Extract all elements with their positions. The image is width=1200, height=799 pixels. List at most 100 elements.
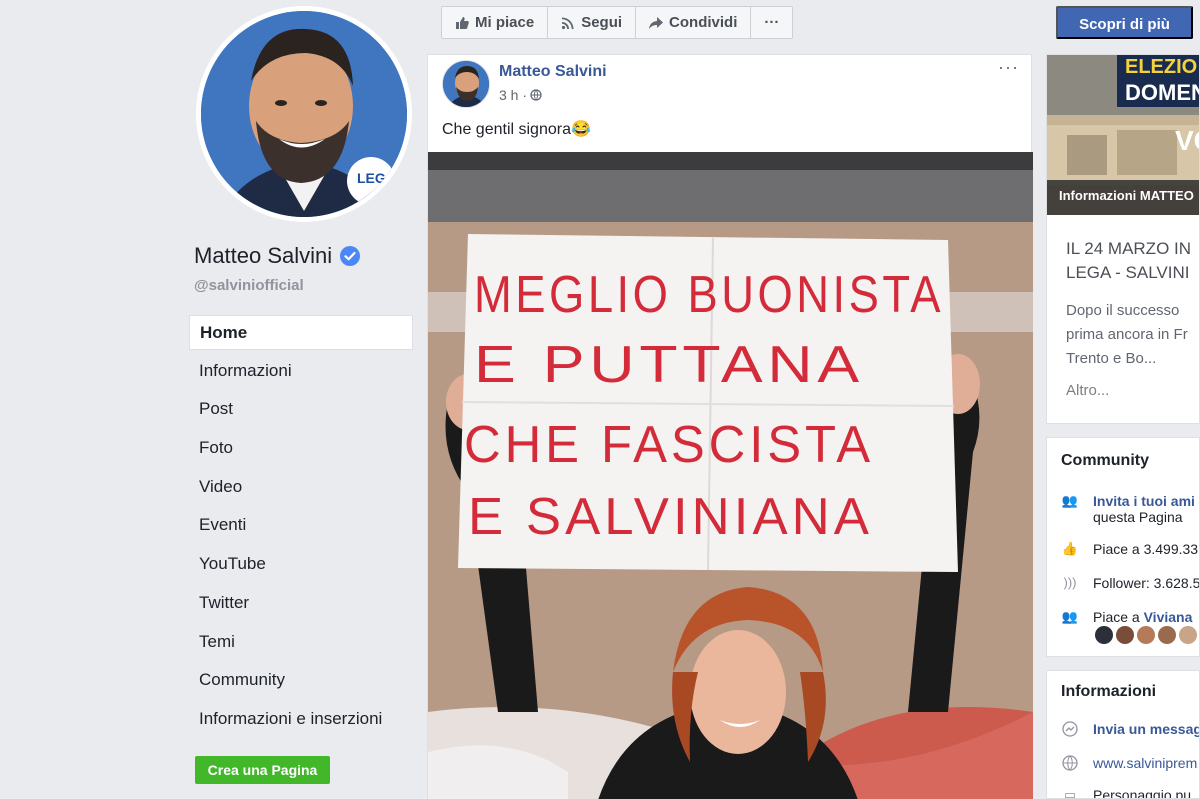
promo-desc-line-3: Trento e Bo... bbox=[1066, 350, 1157, 367]
category-text: Personaggio pu bbox=[1093, 787, 1192, 799]
sign-line-1: MEGLIO BUONISTA bbox=[474, 266, 944, 324]
nav-item-informazioni-inserzioni[interactable]: Informazioni e inserzioni bbox=[189, 702, 413, 741]
post-text-body: Che gentil signora bbox=[442, 121, 571, 138]
follow-label: Segui bbox=[581, 14, 623, 31]
friends-like-row: 👥 Piace a Viviana bbox=[1061, 609, 1192, 625]
profile-photo: LEGA bbox=[201, 11, 407, 217]
svg-text:LEGA: LEGA bbox=[357, 170, 396, 186]
friend-avatar[interactable] bbox=[1095, 626, 1113, 644]
nav-item-foto[interactable]: Foto bbox=[189, 431, 413, 470]
page-name-row: Matteo Salvini bbox=[194, 243, 361, 269]
page-handle[interactable]: @salviniofficial bbox=[194, 277, 304, 294]
profile-picture[interactable]: LEGA bbox=[196, 6, 412, 222]
category-row: ▭ Personaggio pu bbox=[1061, 787, 1192, 799]
invite-friends-row: 👥 Invita i tuoi ami questa Pagina bbox=[1061, 493, 1195, 525]
nav-item-eventi[interactable]: Eventi bbox=[189, 508, 413, 547]
nav-item-video[interactable]: Video bbox=[189, 470, 413, 509]
promo-banner-line-3: VC bbox=[1175, 125, 1200, 156]
share-label: Condividi bbox=[669, 14, 738, 31]
sign-line-3: CHE FASCISTA bbox=[464, 416, 874, 474]
likes-count: Piace a 3.499.33 bbox=[1093, 541, 1199, 557]
friend-avatar[interactable] bbox=[1158, 626, 1176, 644]
follow-button[interactable]: Segui bbox=[548, 7, 637, 38]
friend-avatar[interactable] bbox=[1137, 626, 1155, 644]
promo-card[interactable]: ELEZIO DOMEN VC Informazioni MATTEO IL 2… bbox=[1046, 54, 1200, 424]
friend-avatars bbox=[1095, 626, 1197, 644]
nav-item-home[interactable]: Home bbox=[189, 315, 413, 350]
invite-friends-link[interactable]: Invita i tuoi ami bbox=[1093, 493, 1195, 509]
promo-image-caption: Informazioni MATTEO bbox=[1059, 188, 1194, 203]
send-message-link[interactable]: Invia un messag bbox=[1093, 721, 1199, 740]
nav-item-twitter[interactable]: Twitter bbox=[189, 586, 413, 625]
discover-more-button[interactable]: Scopri di più bbox=[1056, 6, 1193, 39]
friend-name-link[interactable]: Viviana bbox=[1144, 609, 1193, 625]
likes-row: 👍 Piace a 3.499.33 bbox=[1061, 541, 1198, 557]
nav-item-community[interactable]: Community bbox=[189, 663, 413, 702]
laughing-emoji-icon: 😂 bbox=[570, 121, 591, 138]
rss-follow-icon: ))) bbox=[1063, 575, 1077, 590]
verified-badge-icon bbox=[340, 246, 361, 266]
friend-avatar[interactable] bbox=[1116, 626, 1134, 644]
post-author-avatar[interactable] bbox=[442, 60, 490, 108]
action-button-group: Mi piace Segui Condividi ··· bbox=[441, 6, 794, 39]
post-photo-scene: MEGLIO BUONISTA E PUTTANA CHE FASCISTA E… bbox=[428, 152, 1033, 799]
post-author-name[interactable]: Matteo Salvini bbox=[499, 63, 607, 81]
page-title[interactable]: Matteo Salvini bbox=[194, 243, 332, 269]
website-row: www.salviniprem bbox=[1061, 755, 1197, 774]
followers-count: Follower: 3.628.5 bbox=[1093, 575, 1200, 591]
post-photo[interactable]: MEGLIO BUONISTA E PUTTANA CHE FASCISTA E… bbox=[428, 152, 1033, 799]
author-photo bbox=[443, 61, 489, 107]
promo-banner-line-2: DOMEN bbox=[1125, 80, 1200, 105]
promo-description: Dopo il successo prima ancora in Fr Tren… bbox=[1066, 299, 1188, 371]
promo-desc-line-1: Dopo il successo bbox=[1066, 302, 1180, 319]
promo-more-link[interactable]: Altro... bbox=[1066, 382, 1109, 399]
website-link[interactable]: www.salviniprem bbox=[1093, 755, 1197, 774]
rss-follow-icon bbox=[562, 17, 574, 29]
post-options-icon[interactable]: ··· bbox=[998, 57, 1019, 78]
promo-banner: ELEZIO DOMEN VC Informazioni MATTEO bbox=[1047, 55, 1200, 215]
more-dots-icon: ··· bbox=[764, 14, 780, 31]
globe-icon bbox=[1061, 755, 1079, 774]
information-card: Informazioni Invia un messag www.salvini… bbox=[1046, 670, 1200, 799]
promo-title-line-2: LEGA - SALVINI bbox=[1066, 263, 1190, 282]
globe-public-icon bbox=[530, 89, 542, 101]
community-title[interactable]: Community bbox=[1061, 452, 1149, 470]
invite-friends-rest: questa Pagina bbox=[1093, 509, 1183, 525]
post-time-text: 3 h · bbox=[499, 87, 528, 103]
share-button[interactable]: Condividi bbox=[636, 7, 752, 38]
people-icon: 👥 bbox=[1061, 609, 1079, 624]
promo-title[interactable]: IL 24 MARZO IN LEGA - SALVINI bbox=[1066, 237, 1191, 285]
promo-banner-line-1: ELEZIO bbox=[1125, 56, 1197, 78]
promo-title-line-1: IL 24 MARZO IN bbox=[1066, 239, 1192, 258]
promo-image[interactable]: ELEZIO DOMEN VC Informazioni MATTEO bbox=[1047, 55, 1200, 215]
friend-avatar[interactable] bbox=[1179, 626, 1197, 644]
post-timestamp[interactable]: 3 h · bbox=[499, 87, 542, 103]
message-row: Invia un messag bbox=[1061, 721, 1199, 740]
messenger-icon bbox=[1061, 721, 1079, 740]
thumbs-up-icon: 👍 bbox=[1061, 541, 1079, 556]
more-options-button[interactable]: ··· bbox=[751, 7, 792, 38]
sign-line-2: E PUTTANA bbox=[474, 336, 864, 394]
like-label: Mi piace bbox=[475, 14, 535, 31]
followers-row: ))) Follower: 3.628.5 bbox=[1061, 575, 1200, 591]
sign-line-4: E SALVINIANA bbox=[468, 488, 873, 546]
post-text: Che gentil signora😂 bbox=[442, 119, 591, 139]
create-page-button[interactable]: Crea una Pagina bbox=[195, 756, 330, 784]
nav-item-temi[interactable]: Temi bbox=[189, 625, 413, 664]
share-arrow-icon bbox=[649, 16, 664, 29]
friends-like-text: Piace a Viviana bbox=[1093, 609, 1192, 625]
liked-by-prefix: Piace a bbox=[1093, 609, 1144, 625]
like-button[interactable]: Mi piace bbox=[442, 7, 549, 38]
nav-item-post[interactable]: Post bbox=[189, 392, 413, 431]
thumbs-up-icon bbox=[456, 16, 469, 29]
promo-desc-line-2: prima ancora in Fr bbox=[1066, 326, 1188, 343]
page-action-bar: Mi piace Segui Condividi ··· Scopri di p… bbox=[427, 0, 1200, 50]
nav-item-youtube[interactable]: YouTube bbox=[189, 547, 413, 586]
page-nav: Home Informazioni Post Foto Video Eventi… bbox=[189, 315, 413, 741]
information-title[interactable]: Informazioni bbox=[1061, 683, 1156, 701]
community-card: Community 👥 Invita i tuoi ami questa Pag… bbox=[1046, 437, 1200, 657]
people-icon: 👥 bbox=[1061, 493, 1079, 508]
nav-item-informazioni[interactable]: Informazioni bbox=[189, 354, 413, 393]
left-column: LEGA Matteo Salvini @salviniofficial Hom… bbox=[0, 0, 427, 799]
post-card: Matteo Salvini 3 h · ··· Che gentil sign… bbox=[427, 54, 1033, 799]
